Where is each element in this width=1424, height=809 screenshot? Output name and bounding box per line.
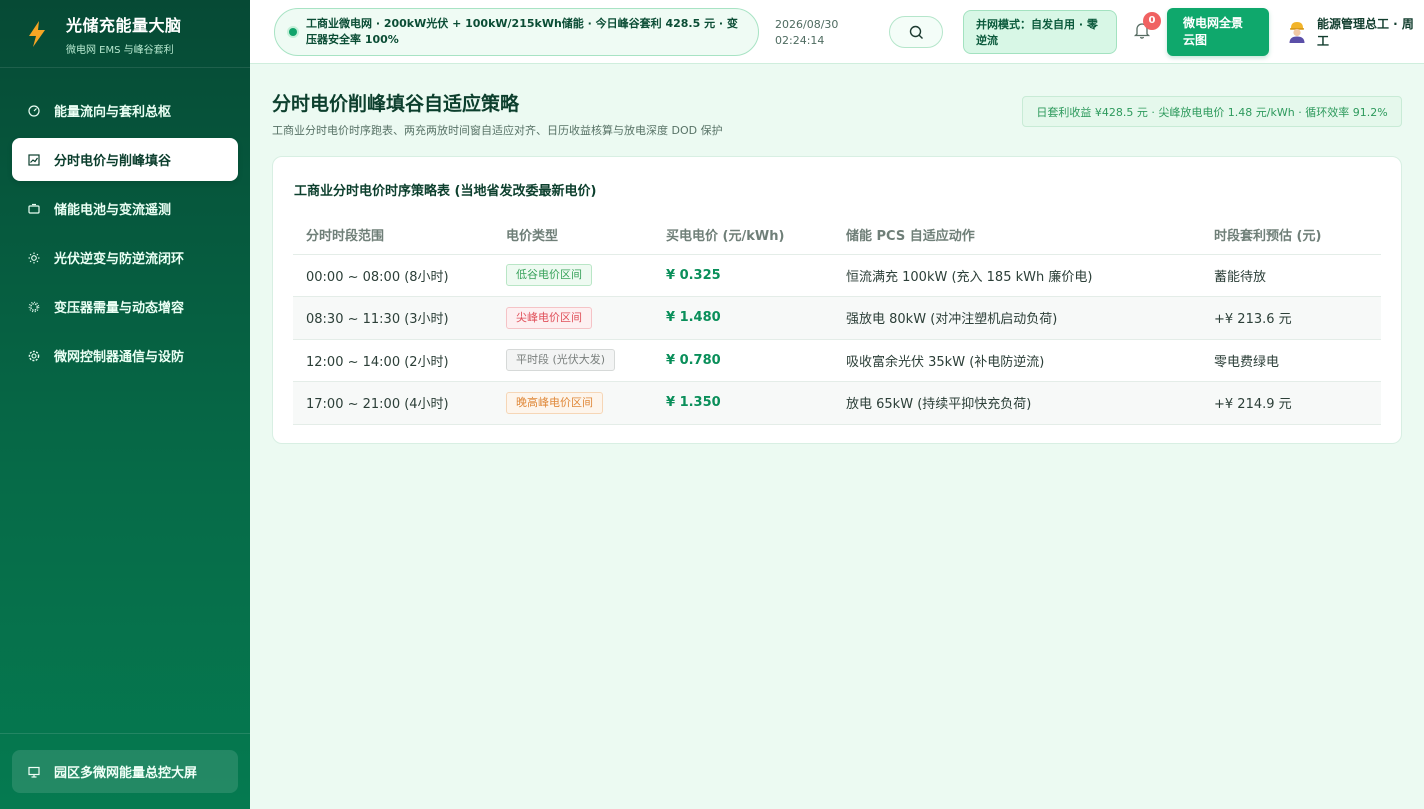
cell-estimate: 蓄能待放 (1201, 254, 1381, 297)
live-status-dot (289, 28, 297, 36)
sidebar-footer: 园区多微网能量总控大屏 (0, 733, 250, 809)
table-row: 17:00 ~ 21:00 (4小时) 晚高峰电价区间 ¥ 1.350 放电 6… (293, 381, 1381, 425)
multi-microgrid-dashboard-button[interactable]: 园区多微网能量总控大屏 (12, 750, 238, 793)
sidebar-item-energy-flow[interactable]: 能量流向与套利总枢 (12, 89, 238, 132)
column-header-action: 储能 PCS 自适应动作 (833, 215, 1201, 255)
ticker-text: 工商业微电网 · 200kW光伏 + 100kW/215kWh储能 · 今日峰谷… (306, 17, 738, 46)
cog-icon (28, 301, 40, 313)
cell-action: 恒流满充 100kW (充入 185 kWh 廉价电) (833, 254, 1201, 297)
brand-title: 光储充能量大脑 (66, 15, 182, 35)
chart-icon (28, 153, 40, 166)
battery-icon (28, 203, 40, 215)
cell-action: 强放电 80kW (对冲注塑机启动负荷) (833, 296, 1201, 340)
user-name[interactable]: 能源管理总工 · 周工 (1317, 16, 1417, 50)
brand: 光储充能量大脑 微电网 EMS 与峰谷套利 (0, 0, 250, 68)
sidebar-item-label: 变压器需量与动态增容 (54, 301, 185, 316)
cell-estimate: 零电费绿电 (1201, 339, 1381, 382)
cell-range: 00:00 ~ 08:00 (8小时) (293, 254, 493, 297)
tou-strategy-table: 分时时段范围 电价类型 买电电价 (元/kWh) 储能 PCS 自适应动作 时段… (293, 215, 1381, 425)
sidebar-item-label: 微网控制器通信与设防 (54, 350, 185, 365)
clock: 2026/08/30 02:24:14 (775, 17, 838, 49)
cell-price: ¥ 1.480 (653, 296, 833, 340)
table-row: 00:00 ~ 08:00 (8小时) 低谷电价区间 ¥ 0.325 恒流满充 … (293, 254, 1381, 297)
bottom-button-label: 园区多微网能量总控大屏 (54, 766, 198, 781)
sidebar-item-battery[interactable]: 储能电池与变流遥测 (12, 187, 238, 230)
sun-icon (28, 252, 40, 264)
sidebar-item-label: 储能电池与变流遥测 (54, 203, 172, 218)
sidebar-item-label: 能量流向与套利总枢 (54, 105, 172, 120)
notification-badge: 0 (1143, 12, 1161, 30)
search-icon (909, 25, 923, 39)
column-header-estimate: 时段套利预估 (元) (1201, 215, 1381, 255)
clock-time: 02:24:14 (775, 34, 825, 47)
status-badge-flat: 平时段 (光伏大发) (506, 349, 616, 372)
status-badge-peak: 尖峰电价区间 (506, 306, 592, 329)
clock-date: 2026/08/30 (775, 18, 839, 31)
table-row: 08:30 ~ 11:30 (3小时) 尖峰电价区间 ¥ 1.480 强放电 8… (293, 296, 1381, 340)
sidebar-item-transformer[interactable]: 变压器需量与动态增容 (12, 285, 238, 328)
sidebar: 光储充能量大脑 微电网 EMS 与峰谷套利 能量流向与套利总枢 分时电价与削峰填… (0, 0, 250, 809)
status-ticker: 工商业微电网 · 200kW光伏 + 100kW/215kWh储能 · 今日峰谷… (274, 8, 759, 56)
lightning-icon (29, 20, 45, 47)
kpi-summary-badge: 日套利收益 ¥428.5 元 · 尖峰放电电价 1.48 元/kWh · 循环效… (1022, 96, 1402, 127)
status-badge-evening-peak: 晚高峰电价区间 (506, 391, 603, 414)
sidebar-item-controller[interactable]: 微网控制器通信与设防 (12, 334, 238, 377)
card-title: 工商业分时电价时序策略表 (当地省发改委最新电价) (294, 184, 597, 199)
monitor-icon (28, 766, 40, 778)
cell-price: ¥ 1.350 (653, 381, 833, 425)
tou-strategy-card: 工商业分时电价时序策略表 (当地省发改委最新电价) 分时时段范围 电价类型 买电… (272, 156, 1402, 444)
cell-price: ¥ 0.325 (653, 254, 833, 297)
cell-estimate: +¥ 213.6 元 (1201, 296, 1381, 340)
cell-range: 08:30 ~ 11:30 (3小时) (293, 296, 493, 340)
sidebar-item-label: 光伏逆变与防逆流闭环 (54, 252, 185, 267)
column-header-range: 分时时段范围 (293, 215, 493, 255)
grid-mode-badge: 并网模式：自发自用 · 零逆流 (963, 10, 1117, 54)
search-button[interactable] (889, 16, 943, 48)
page-subtitle: 工商业分时电价时序跑表、两充两放时间窗自适应对齐、日历收益核算与放电深度 DOD… (272, 124, 723, 137)
sidebar-item-tou-pricing[interactable]: 分时电价与削峰填谷 (12, 138, 238, 181)
cell-range: 17:00 ~ 21:00 (4小时) (293, 381, 493, 425)
top-header: 工商业微电网 · 200kW光伏 + 100kW/215kWh储能 · 今日峰谷… (250, 0, 1424, 64)
brand-subtitle: 微电网 EMS 与峰谷套利 (66, 44, 174, 56)
status-badge-valley: 低谷电价区间 (506, 264, 592, 287)
sidebar-nav: 能量流向与套利总枢 分时电价与削峰填谷 储能电池与变流遥测 光伏逆变与防逆流闭环… (0, 68, 250, 377)
cell-price: ¥ 0.780 (653, 339, 833, 382)
column-header-type: 电价类型 (493, 215, 653, 255)
cell-estimate: +¥ 214.9 元 (1201, 381, 1381, 425)
gauge-icon (28, 104, 40, 117)
avatar[interactable] (1287, 20, 1307, 44)
cell-action: 放电 65kW (持续平抑快充负荷) (833, 381, 1201, 425)
cell-range: 12:00 ~ 14:00 (2小时) (293, 339, 493, 382)
cell-action: 吸收富余光伏 35kW (补电防逆流) (833, 339, 1201, 382)
table-header-row: 分时时段范围 电价类型 买电电价 (元/kWh) 储能 PCS 自适应动作 时段… (293, 215, 1381, 255)
sidebar-item-label: 分时电价与削峰填谷 (54, 154, 172, 169)
panorama-cloud-button[interactable]: 微电网全景云图 (1167, 8, 1269, 56)
column-header-price: 买电电价 (元/kWh) (653, 215, 833, 255)
table-row: 12:00 ~ 14:00 (2小时) 平时段 (光伏大发) ¥ 0.780 吸… (293, 339, 1381, 382)
sidebar-item-pv-inverter[interactable]: 光伏逆变与防逆流闭环 (12, 236, 238, 279)
gear-icon (28, 350, 40, 362)
page-title: 分时电价削峰填谷自适应策略 (272, 93, 520, 115)
